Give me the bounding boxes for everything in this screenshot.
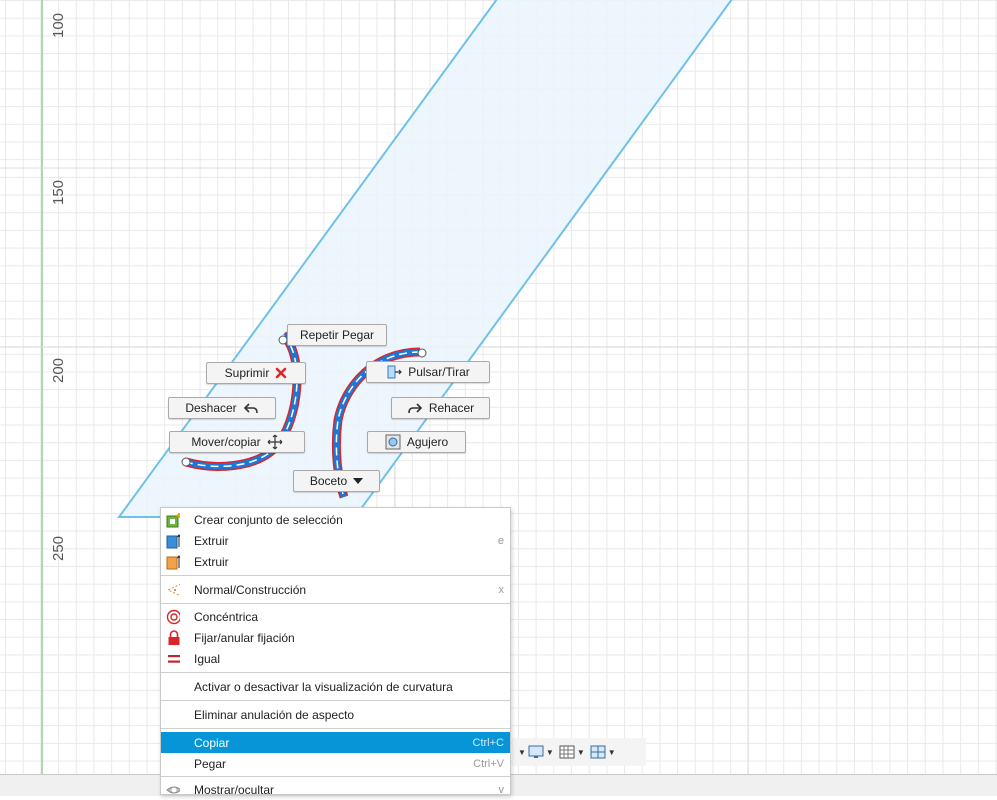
menu-item-label: Concéntrica <box>194 609 259 624</box>
ruler-label-250: 250 <box>50 535 67 561</box>
menu-item-label: Fijar/anular fijación <box>194 630 295 645</box>
menu-item-label: Igual <box>194 651 221 666</box>
menu-item-paste[interactable]: Pegar Ctrl+V <box>161 753 510 774</box>
menu-item-remove-appearance-override[interactable]: Eliminar anulación de aspecto <box>161 704 510 725</box>
chevron-down-icon: ▼ <box>518 747 526 757</box>
delete-label: Suprimir <box>224 366 270 380</box>
move-copy-button[interactable]: Mover/copiar <box>169 431 305 453</box>
press-pull-icon <box>386 364 403 380</box>
menu-item-label: Activar o desactivar la visualización de… <box>194 679 453 694</box>
monitor-icon <box>528 745 544 758</box>
menu-item-label: Extruir <box>194 533 229 548</box>
menu-separator <box>161 672 510 673</box>
menu-item-shortcut: x <box>498 583 505 596</box>
menu-item-toggle-curvature[interactable]: Activar o desactivar la visualización de… <box>161 676 510 697</box>
extrude-blue-icon <box>166 533 180 548</box>
viewports-icon <box>590 745 606 759</box>
menu-item-shortcut: e <box>497 534 504 547</box>
chevron-down-icon: ▼ <box>607 747 616 757</box>
menu-item-shortcut: Ctrl+V <box>473 757 504 770</box>
ruler-label-200: 200 <box>50 357 67 383</box>
hole-label: Agujero <box>406 435 449 449</box>
extrude-orange-icon <box>166 554 180 569</box>
move-arrows-icon <box>267 434 283 450</box>
sketch-dropdown-button[interactable]: Boceto <box>293 470 380 492</box>
undo-icon <box>243 402 259 414</box>
menu-item-show-hide[interactable]: Mostrar/ocultar v <box>161 779 510 800</box>
undo-label: Deshacer <box>185 401 237 415</box>
menu-item-shortcut: Ctrl+C <box>472 736 504 749</box>
undo-button[interactable]: Deshacer <box>168 397 276 419</box>
ruler-label-150: 150 <box>50 179 67 205</box>
menu-item-create-selection-set[interactable]: Crear conjunto de selección <box>161 509 510 530</box>
menu-item-copy[interactable]: Copiar Ctrl+C <box>161 732 510 753</box>
redo-icon <box>407 402 423 414</box>
menu-separator <box>161 728 510 729</box>
menu-separator <box>161 700 510 701</box>
menu-item-fix-unfix[interactable]: Fijar/anular fijación <box>161 627 510 648</box>
eye-icon <box>166 783 180 797</box>
menu-separator <box>161 776 510 777</box>
menu-item-label: Mostrar/ocultar <box>194 782 275 797</box>
menu-separator <box>161 575 510 576</box>
ruler-label-100: 100 <box>50 12 67 38</box>
menu-separator <box>161 603 510 604</box>
redo-button[interactable]: Rehacer <box>391 397 490 419</box>
repeat-paste-button[interactable]: Repetir Pegar <box>287 324 387 346</box>
grid-settings-button[interactable]: ▼ <box>558 744 585 760</box>
redo-label: Rehacer <box>428 401 475 415</box>
chevron-down-icon <box>353 477 364 485</box>
menu-item-label: Extruir <box>194 554 229 569</box>
menu-item-normal-construction[interactable]: Normal/Construcción x <box>161 579 510 600</box>
navigation-toolbar: ▼ ▼ ▼ ▼ <box>512 738 646 766</box>
hole-button[interactable]: Agujero <box>367 431 466 453</box>
arc-endpoint <box>181 457 191 467</box>
menu-item-label: Crear conjunto de selección <box>194 512 343 527</box>
repeat-paste-label: Repetir Pegar <box>299 328 375 342</box>
equal-icon <box>166 652 180 666</box>
lock-icon <box>166 629 180 645</box>
menu-item-label: Eliminar anulación de aspecto <box>194 707 355 722</box>
menu-item-extrude-body[interactable]: Extruir <box>161 551 510 572</box>
selection-set-icon <box>166 512 180 527</box>
hole-icon <box>385 434 401 450</box>
context-menu: Crear conjunto de selección Extruir e Ex… <box>160 507 511 797</box>
arc-endpoint <box>278 335 288 345</box>
menu-item-equal[interactable]: Igual <box>161 648 510 669</box>
arc-endpoint <box>417 348 427 358</box>
display-settings-button[interactable]: ▼ ▼ <box>518 744 554 760</box>
menu-item-extrude[interactable]: Extruir e <box>161 530 510 551</box>
delete-x-icon <box>275 367 287 379</box>
menu-item-label: Pegar <box>194 756 227 771</box>
grid-icon <box>559 745 575 759</box>
move-copy-label: Mover/copiar <box>191 435 261 449</box>
viewports-button[interactable]: ▼ <box>589 744 616 760</box>
menu-item-shortcut: v <box>498 783 505 796</box>
chevron-down-icon: ▼ <box>576 747 585 757</box>
concentric-icon <box>166 609 180 624</box>
menu-item-label: Copiar <box>194 735 230 750</box>
menu-item-label: Normal/Construcción <box>194 582 307 597</box>
sketch-label: Boceto <box>309 474 348 488</box>
delete-button[interactable]: Suprimir <box>206 362 306 384</box>
press-pull-label: Pulsar/Tirar <box>408 365 470 379</box>
menu-item-concentric[interactable]: Concéntrica <box>161 606 510 627</box>
chevron-down-icon: ▼ <box>545 747 554 757</box>
press-pull-button[interactable]: Pulsar/Tirar <box>366 361 490 383</box>
construction-icon <box>166 583 180 597</box>
